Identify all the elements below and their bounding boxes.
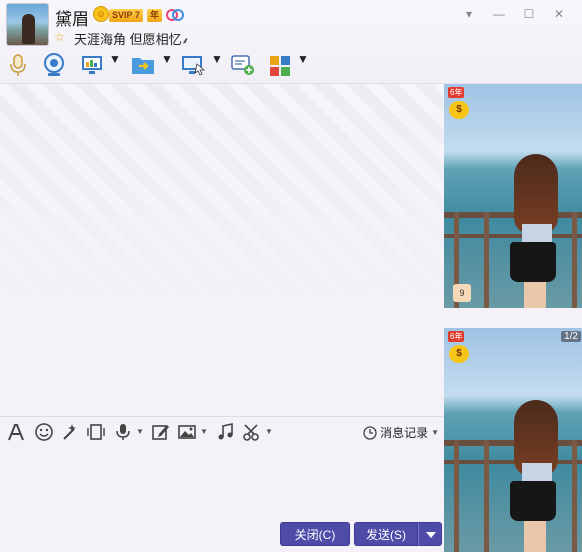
signature-text: 天涯海角 但愿相忆	[74, 32, 182, 47]
send-options-dropdown-icon[interactable]	[418, 522, 442, 546]
voice-dropdown-icon[interactable]: ▼	[136, 427, 144, 436]
close-icon[interactable]: ✕	[544, 6, 574, 22]
railing-top	[444, 212, 582, 218]
emoji-icon[interactable]	[34, 422, 54, 442]
chat-header: 黛眉 ☺ SVIP 7 年 ☆ 天涯海角 但愿相忆⸙ ▾ — ☐ ✕ ▼ ▼ ▼…	[0, 0, 582, 84]
message-history[interactable]	[0, 84, 443, 416]
contact-avatar[interactable]	[6, 3, 49, 46]
screenshot-edit-icon[interactable]	[151, 422, 171, 442]
show-level-badge[interactable]: 6年	[448, 87, 465, 98]
girl-top	[522, 224, 552, 242]
star-icon: ☆	[54, 30, 65, 44]
screen-share-dropdown-icon[interactable]: ▼	[109, 52, 121, 78]
window-controls: ▾ — ☐ ✕	[454, 6, 574, 22]
contact-show-photo[interactable]: 6年 $ 9	[444, 84, 582, 308]
girl-skirt	[510, 481, 556, 521]
avatar-figure	[22, 14, 35, 44]
show-vip-badge[interactable]: $	[449, 101, 469, 119]
like-badge[interactable]: 9	[453, 284, 471, 302]
girl-hair	[514, 154, 558, 234]
remote-desktop-icon[interactable]	[180, 52, 206, 78]
window-shake-icon[interactable]	[86, 422, 106, 442]
close-button[interactable]: 关闭(C)	[280, 522, 350, 546]
font-icon[interactable]	[6, 422, 26, 442]
girl-skirt	[510, 242, 556, 282]
railing-mid	[444, 234, 582, 238]
file-transfer-dropdown-icon[interactable]: ▼	[161, 52, 173, 78]
chat-toolbar: ▼ ▼ ▼ ▼	[0, 50, 320, 80]
svip-badge[interactable]: SVIP 7	[109, 9, 143, 22]
signature-mark: ⸙	[181, 36, 190, 47]
music-icon[interactable]	[216, 422, 236, 442]
railing-mid	[444, 460, 582, 464]
maximize-icon[interactable]: ☐	[514, 6, 544, 22]
girl-legs	[524, 282, 546, 308]
contact-nickname[interactable]: 黛眉	[55, 5, 89, 30]
contact-show-photo-2[interactable]: 6年 $ 1/2	[444, 328, 582, 552]
file-transfer-icon[interactable]	[130, 52, 156, 78]
history-dropdown-icon[interactable]: ▼	[431, 428, 439, 437]
image-dropdown-icon[interactable]: ▼	[200, 427, 208, 436]
microphone-icon[interactable]	[7, 52, 29, 78]
message-history-button[interactable]: 消息记录 ▼	[363, 424, 439, 441]
contact-show-panel: 6年 $ 9 6年 $ 1/2	[443, 84, 582, 552]
apps-dropdown-icon[interactable]: ▼	[297, 52, 309, 78]
show-level-badge[interactable]: 6年	[448, 331, 465, 342]
input-toolbar: ▼ ▼ ▼ 消息记录 ▼	[0, 416, 443, 446]
minimize-icon[interactable]: —	[484, 6, 514, 22]
girl-legs	[524, 521, 546, 552]
remote-desktop-dropdown-icon[interactable]: ▼	[211, 52, 223, 78]
personal-signature: 天涯海角 但愿相忆⸙	[74, 29, 189, 48]
railing-post	[454, 440, 459, 552]
video-camera-icon[interactable]	[42, 52, 66, 78]
railing-post	[484, 212, 489, 308]
photo-page-indicator[interactable]: 1/2	[561, 331, 581, 342]
railing-post	[572, 440, 577, 552]
screen-share-icon[interactable]	[80, 52, 104, 78]
apps-grid-icon[interactable]	[268, 52, 292, 78]
group-chat-add-icon[interactable]	[230, 52, 256, 78]
screenshot-dropdown-icon[interactable]: ▼	[265, 427, 273, 436]
railing-post	[484, 440, 489, 552]
message-history-label: 消息记录	[380, 426, 429, 440]
show-vip-badge[interactable]: $	[449, 345, 469, 363]
scissors-icon[interactable]	[242, 422, 262, 442]
railing-top	[444, 440, 582, 446]
chat-window: 黛眉 ☺ SVIP 7 年 ☆ 天涯海角 但愿相忆⸙ ▾ — ☐ ✕ ▼ ▼ ▼…	[0, 0, 582, 552]
image-icon[interactable]	[177, 422, 197, 442]
girl-top	[522, 463, 552, 481]
magic-wand-icon[interactable]	[60, 422, 80, 442]
dropdown-arrow-icon[interactable]: ▾	[454, 6, 484, 22]
year-badge[interactable]: 年	[147, 9, 163, 22]
vip-crown-icon[interactable]: ☺	[93, 6, 109, 22]
voice-message-icon[interactable]	[113, 422, 133, 442]
clock-icon	[363, 425, 377, 440]
send-button[interactable]: 发送(S)	[354, 522, 418, 546]
couple-space-icon[interactable]	[166, 8, 184, 22]
railing-post	[572, 212, 577, 308]
